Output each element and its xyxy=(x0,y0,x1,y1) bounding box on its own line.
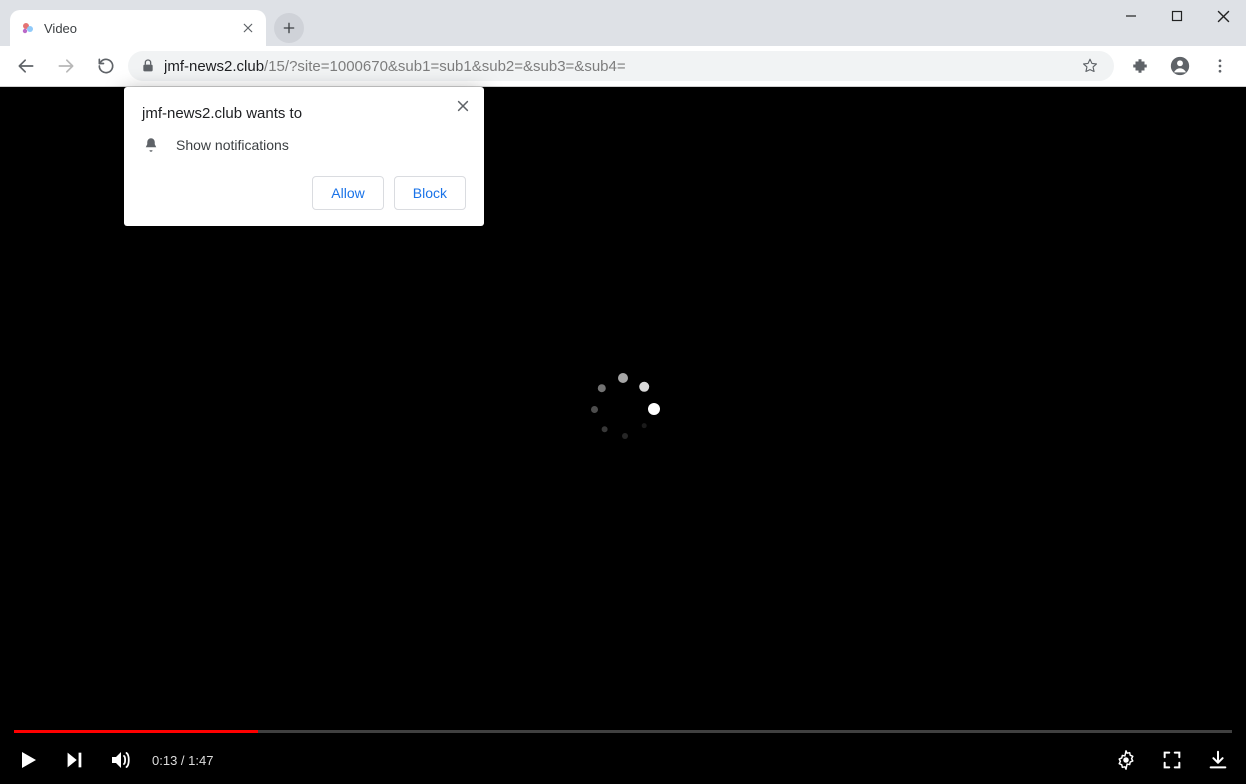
address-url: jmf-news2.club/15/?site=1000670&sub1=sub… xyxy=(164,58,1070,75)
download-button[interactable] xyxy=(1204,746,1232,774)
progress-bar[interactable] xyxy=(14,730,1232,734)
time-display: 0:13 / 1:47 xyxy=(152,753,213,768)
next-button[interactable] xyxy=(60,746,88,774)
play-button[interactable] xyxy=(14,746,42,774)
window-controls xyxy=(1108,0,1246,32)
permission-allow-button[interactable]: Allow xyxy=(312,176,383,210)
browser-tab[interactable]: Video xyxy=(10,10,266,46)
url-path: /15/?site=1000670&sub1=sub1&sub2=&sub3=&… xyxy=(264,58,626,75)
nav-forward-button[interactable] xyxy=(48,48,84,84)
permission-close-button[interactable] xyxy=(452,95,474,117)
toolbar-right-icons xyxy=(1122,48,1238,84)
browser-menu-button[interactable] xyxy=(1202,48,1238,84)
bell-icon xyxy=(142,136,160,154)
permission-block-button[interactable]: Block xyxy=(394,176,466,210)
nav-reload-button[interactable] xyxy=(88,48,124,84)
permission-popup: jmf-news2.club wants to Show notificatio… xyxy=(124,87,484,226)
volume-button[interactable] xyxy=(106,746,134,774)
tab-close-button[interactable] xyxy=(240,20,256,36)
settings-button[interactable] xyxy=(1112,746,1140,774)
window-close-button[interactable] xyxy=(1200,0,1246,32)
nav-back-button[interactable] xyxy=(8,48,44,84)
player-controls: 0:13 / 1:47 xyxy=(0,736,1246,784)
new-tab-button[interactable] xyxy=(274,13,304,43)
browser-toolbar: jmf-news2.club/15/?site=1000670&sub1=sub… xyxy=(0,46,1246,87)
extensions-button[interactable] xyxy=(1122,48,1158,84)
tab-title: Video xyxy=(44,21,232,36)
permission-line: Show notifications xyxy=(176,137,289,153)
titlebar: Video xyxy=(0,0,1246,46)
lock-icon xyxy=(140,58,156,74)
address-bar[interactable]: jmf-news2.club/15/?site=1000670&sub1=sub… xyxy=(128,51,1114,81)
tab-favicon xyxy=(20,20,36,36)
url-host: jmf-news2.club xyxy=(164,58,264,75)
fullscreen-button[interactable] xyxy=(1158,746,1186,774)
window-maximize-button[interactable] xyxy=(1154,0,1200,32)
bookmark-star-button[interactable] xyxy=(1078,54,1102,78)
profile-button[interactable] xyxy=(1162,48,1198,84)
loading-spinner-icon xyxy=(583,368,663,448)
current-time: 0:13 xyxy=(152,753,177,768)
duration: 1:47 xyxy=(188,753,213,768)
window-minimize-button[interactable] xyxy=(1108,0,1154,32)
permission-title: jmf-news2.club wants to xyxy=(142,105,466,122)
progress-played xyxy=(14,730,258,733)
